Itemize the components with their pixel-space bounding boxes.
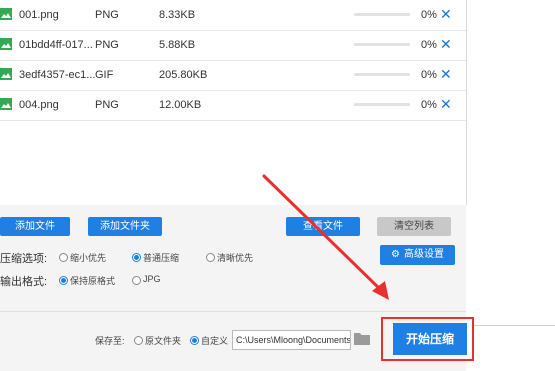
remove-file-icon[interactable]: ✕ bbox=[440, 66, 452, 83]
radio-compress-normal[interactable] bbox=[132, 253, 141, 262]
add-folder-button[interactable]: 添加文件夹 bbox=[88, 217, 162, 236]
radio-jpg[interactable] bbox=[132, 276, 141, 285]
remove-file-icon[interactable]: ✕ bbox=[440, 96, 452, 113]
radio-custom-folder[interactable] bbox=[190, 336, 199, 345]
progress-bar bbox=[354, 13, 410, 16]
progress-bar bbox=[354, 43, 410, 46]
file-size: 8.33KB bbox=[159, 9, 196, 21]
annotation-highlight-box bbox=[381, 317, 474, 361]
radio-original-folder[interactable] bbox=[134, 336, 143, 345]
file-name: 01bdd4ff-017... bbox=[19, 39, 93, 51]
compress-option-small: 缩小优先 bbox=[70, 253, 107, 263]
output-option-keep: 保持原格式 bbox=[70, 276, 116, 286]
save-option-original: 原文件夹 bbox=[145, 336, 182, 346]
progress-percent: 0% bbox=[421, 9, 437, 21]
divider bbox=[472, 325, 555, 326]
image-file-icon bbox=[0, 38, 12, 50]
file-row[interactable]: 004.png PNG 12.00KB 0% ✕ bbox=[0, 90, 466, 121]
file-size: 12.00KB bbox=[159, 99, 202, 111]
advanced-settings-button[interactable]: ⚙ 高级设置 bbox=[380, 245, 455, 265]
compress-option-clear: 清晰优先 bbox=[217, 253, 254, 263]
image-file-icon bbox=[0, 68, 12, 80]
file-list: 001.png PNG 8.33KB 0% ✕ 01bdd4ff-017... … bbox=[0, 0, 467, 205]
file-type: PNG bbox=[95, 39, 119, 51]
gear-icon: ⚙ bbox=[391, 249, 400, 260]
radio-compress-clear[interactable] bbox=[206, 253, 215, 262]
output-option-jpg: JPG bbox=[143, 274, 161, 284]
output-format-label: 输出格式: bbox=[0, 276, 48, 288]
radio-compress-small[interactable] bbox=[59, 253, 68, 262]
divider bbox=[0, 311, 466, 312]
file-row[interactable]: 3edf4357-ec1... GIF 205.80KB 0% ✕ bbox=[0, 60, 466, 91]
file-name: 004.png bbox=[19, 99, 59, 111]
advanced-settings-label: 高级设置 bbox=[403, 249, 444, 260]
file-name: 3edf4357-ec1... bbox=[19, 69, 96, 81]
file-size: 205.80KB bbox=[159, 69, 208, 81]
save-option-custom: 自定义 bbox=[201, 336, 229, 346]
file-size: 5.88KB bbox=[159, 39, 196, 51]
file-row[interactable]: 001.png PNG 8.33KB 0% ✕ bbox=[0, 0, 466, 31]
compress-option-normal: 普通压缩 bbox=[143, 253, 180, 263]
file-type: GIF bbox=[95, 69, 114, 81]
file-row[interactable]: 01bdd4ff-017... PNG 5.88KB 0% ✕ bbox=[0, 30, 466, 61]
progress-bar bbox=[354, 73, 410, 76]
file-type: PNG bbox=[95, 9, 119, 21]
progress-percent: 0% bbox=[421, 99, 437, 111]
remove-file-icon[interactable]: ✕ bbox=[440, 36, 452, 53]
image-file-icon bbox=[0, 8, 12, 20]
save-path-input[interactable]: C:\Users\Mloong\Documents bbox=[232, 330, 351, 350]
file-name: 001.png bbox=[19, 9, 59, 21]
file-type: PNG bbox=[95, 99, 119, 111]
view-file-button[interactable]: 查看文件 bbox=[286, 217, 360, 236]
image-file-icon bbox=[0, 98, 12, 110]
progress-bar bbox=[354, 103, 410, 106]
progress-percent: 0% bbox=[421, 69, 437, 81]
folder-icon[interactable] bbox=[354, 332, 370, 345]
remove-file-icon[interactable]: ✕ bbox=[440, 6, 452, 23]
clear-list-button[interactable]: 清空列表 bbox=[377, 217, 451, 236]
save-to-label: 保存至: bbox=[95, 336, 125, 346]
progress-percent: 0% bbox=[421, 39, 437, 51]
add-file-button[interactable]: 添加文件 bbox=[0, 217, 70, 236]
compress-label: 压缩选项: bbox=[0, 253, 48, 265]
radio-keep-format[interactable] bbox=[59, 276, 68, 285]
